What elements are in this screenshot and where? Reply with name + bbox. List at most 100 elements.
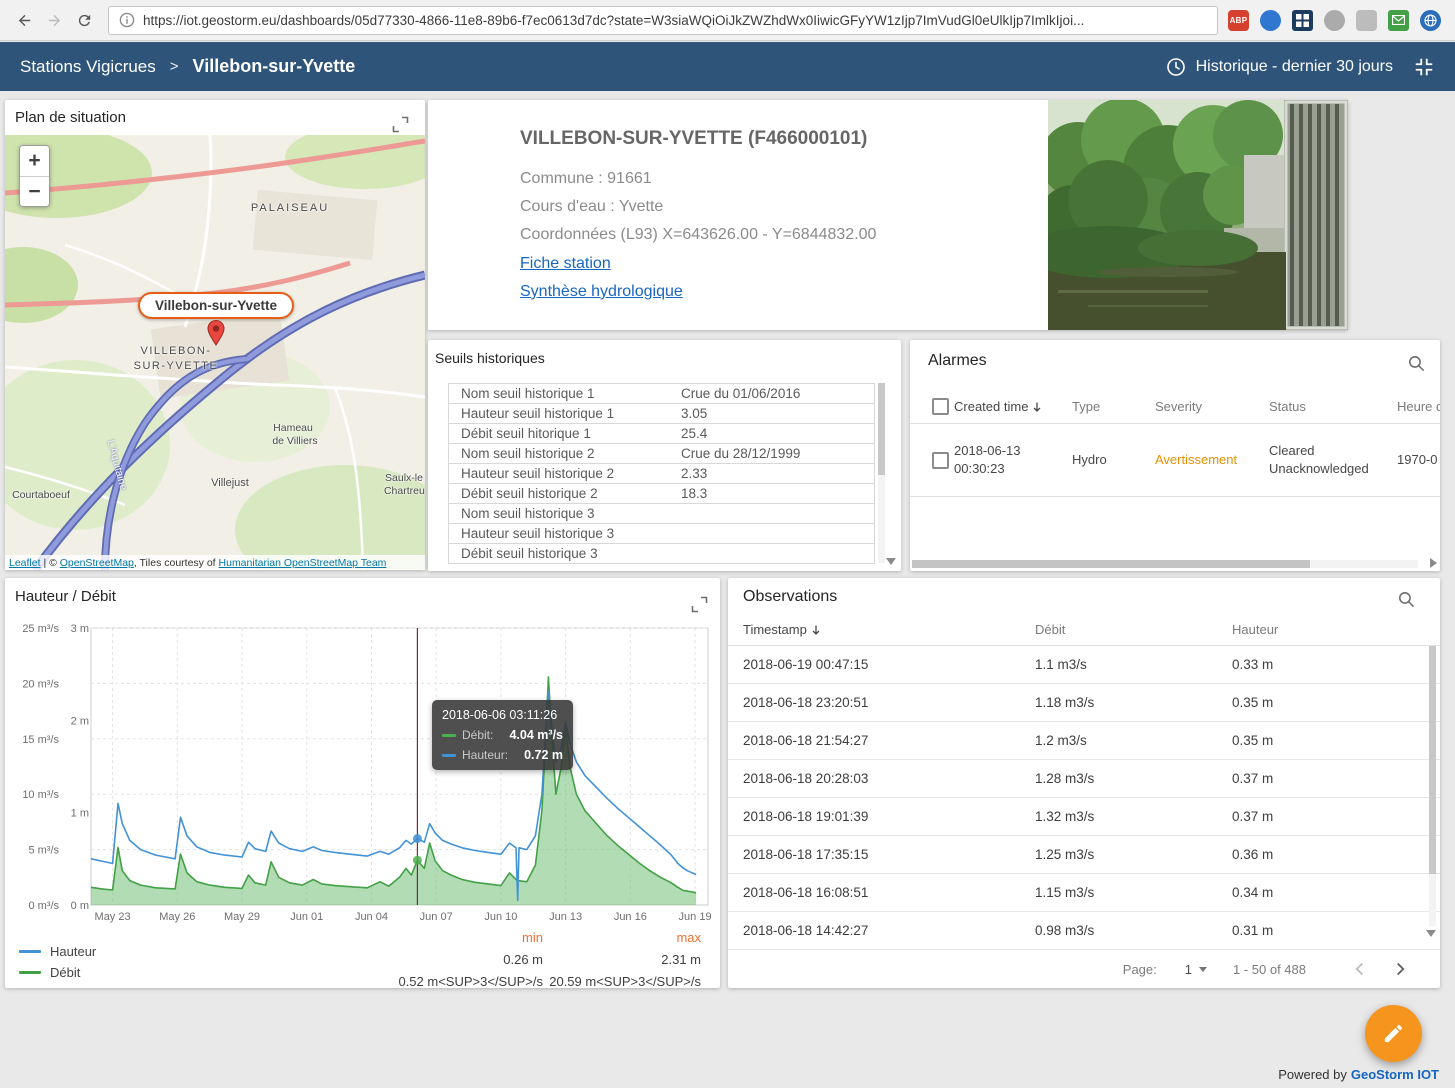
alarms-table-header: Created time Type Severity Status Heure … xyxy=(910,390,1440,424)
observation-debit: 1.28 m3/s xyxy=(1035,771,1095,786)
seuil-row[interactable]: Hauteur seuil historique 3 xyxy=(449,524,874,544)
column-type[interactable]: Type xyxy=(1072,399,1155,414)
seuil-label: Débit seuil historique 2 xyxy=(461,486,598,501)
alarms-scroll-right-icon[interactable] xyxy=(1430,558,1437,568)
column-debit[interactable]: Débit xyxy=(1035,622,1232,637)
extension-icon-gray-square[interactable] xyxy=(1356,9,1377,31)
seuil-row[interactable]: Hauteur seuil historique 2 2.33 xyxy=(449,464,874,484)
page-select[interactable]: 1 xyxy=(1185,962,1207,977)
observation-row[interactable]: 2018-06-18 17:35:15 1.25 m3/s 0.36 m xyxy=(728,836,1440,874)
observation-row[interactable]: 2018-06-18 23:20:51 1.18 m3/s 0.35 m xyxy=(728,684,1440,722)
seuils-scroll-down-icon[interactable] xyxy=(886,558,896,565)
map[interactable]: PALAISEAU VILLEBON- SUR-YVETTE Hameau de… xyxy=(5,135,425,570)
hauteur-debit-card: Hauteur / Débit 0 m³/s 5 m³/s 10 m³/s 15 m³… xyxy=(5,578,720,989)
map-zoom-control: + − xyxy=(19,145,50,207)
observation-row[interactable]: 2018-06-18 20:28:03 1.28 m3/s 0.37 m xyxy=(728,760,1440,798)
observation-row[interactable]: 2018-06-18 14:42:27 0.98 m3/s 0.31 m xyxy=(728,912,1440,950)
seuil-row[interactable]: Nom seuil historique 2 Crue du 28/12/199… xyxy=(449,444,874,464)
observation-hauteur: 0.31 m xyxy=(1232,923,1274,938)
zoom-out-button[interactable]: − xyxy=(20,176,49,206)
observation-debit: 1.32 m3/s xyxy=(1035,809,1095,824)
map-marker-pin[interactable] xyxy=(203,318,229,346)
leaflet-link[interactable]: Leaflet xyxy=(9,557,41,569)
browser-back-button[interactable] xyxy=(10,6,38,34)
observation-row[interactable]: 2018-06-18 16:08:51 1.15 m3/s 0.34 m xyxy=(728,874,1440,912)
adblock-extension-icon[interactable]: ABP xyxy=(1228,9,1249,31)
edit-dashboard-fab[interactable] xyxy=(1365,1005,1422,1062)
chart-card-title: Hauteur / Débit xyxy=(15,588,116,605)
page-info-icon[interactable] xyxy=(119,12,135,28)
browser-url-bar[interactable]: https://iot.geostorm.eu/dashboards/05d77… xyxy=(108,5,1218,35)
chart-minmax-stats: min max 0.26 m 2.31 m 0.52 m<SUP>3</SUP>… xyxy=(383,930,701,989)
alarm-row-checkbox[interactable] xyxy=(932,451,949,469)
column-heure[interactable]: Heure d xyxy=(1397,399,1440,414)
browser-reload-button[interactable] xyxy=(70,6,98,34)
seuil-row[interactable]: Hauteur seuil historique 1 3.05 xyxy=(449,404,874,424)
observation-row[interactable]: 2018-06-18 21:54:27 1.2 m3/s 0.35 m xyxy=(728,722,1440,760)
alarms-search-icon[interactable] xyxy=(1407,354,1426,373)
observations-scroll-down-icon[interactable] xyxy=(1426,930,1436,937)
extension-icon-gray-circle[interactable] xyxy=(1324,9,1345,31)
map-label-villebon-line1: VILLEBON- xyxy=(140,345,212,357)
openstreetmap-link[interactable]: OpenStreetMap xyxy=(60,557,134,569)
history-range-button[interactable]: Historique - dernier 30 jours xyxy=(1166,57,1393,77)
seuils-scrollbar[interactable] xyxy=(878,383,885,563)
attribution-separator: | © xyxy=(40,556,60,569)
seuil-value: Crue du 28/12/1999 xyxy=(681,446,801,461)
observation-timestamp: 2018-06-18 17:35:15 xyxy=(743,847,869,862)
column-hauteur[interactable]: Hauteur xyxy=(1232,622,1440,637)
alarms-horizontal-scrollbar[interactable] xyxy=(912,560,1418,568)
station-marker-label[interactable]: Villebon-sur-Yvette xyxy=(138,292,294,319)
expand-chart-icon[interactable] xyxy=(691,596,708,613)
tooltip-debit-value: 4.04 m³/s xyxy=(509,728,563,742)
observation-timestamp: 2018-06-18 19:01:39 xyxy=(743,809,869,824)
compress-icon[interactable] xyxy=(1413,56,1435,78)
extension-grid-icon[interactable] xyxy=(1292,9,1313,31)
alarm-status: Cleared Unacknowledged xyxy=(1269,443,1369,476)
observation-debit: 1.2 m3/s xyxy=(1035,733,1087,748)
observations-scrollbar[interactable] xyxy=(1429,646,1436,926)
sort-desc-icon xyxy=(1033,402,1041,412)
seuil-row[interactable]: Débit seuil hitorique 1 25.4 xyxy=(449,424,874,444)
extension-icon-blue-circle[interactable] xyxy=(1260,9,1281,31)
seuil-row[interactable]: Nom seuil historique 1 Crue du 01/06/201… xyxy=(449,384,874,404)
column-created-time[interactable]: Created time xyxy=(954,399,1072,414)
extension-icon-globe[interactable] xyxy=(1420,9,1441,31)
zoom-in-button[interactable]: + xyxy=(20,146,49,176)
map-label-chartreux: Chartreux xyxy=(383,485,425,497)
hot-osm-link[interactable]: Humanitarian OpenStreetMap Team xyxy=(219,557,387,569)
max-header: max xyxy=(676,930,701,945)
expand-map-icon[interactable] xyxy=(392,116,409,133)
observations-search-icon[interactable] xyxy=(1397,590,1416,609)
browser-forward-button[interactable] xyxy=(40,6,68,34)
fiche-station-link[interactable]: Fiche station xyxy=(520,255,611,273)
observation-timestamp: 2018-06-18 14:42:27 xyxy=(743,923,869,938)
seuil-row[interactable]: Débit seuil historique 2 18.3 xyxy=(449,484,874,504)
hauteur-debit-chart[interactable]: 0 m³/s 5 m³/s 10 m³/s 15 m³/s 20 m³/s 25 m³/s… xyxy=(13,616,713,934)
column-status[interactable]: Status xyxy=(1269,399,1397,414)
observation-row[interactable]: 2018-06-18 19:01:39 1.32 m3/s 0.37 m xyxy=(728,798,1440,836)
seuil-row[interactable]: Nom seuil historique 3 xyxy=(449,504,874,524)
seuils-historiques-card: Seuils historiques Nom seuil historique … xyxy=(428,340,901,571)
synthese-hydrologique-link[interactable]: Synthèse hydrologique xyxy=(520,283,683,301)
seuil-label: Débit seuil historique 3 xyxy=(461,546,598,561)
seuil-row[interactable]: Débit seuil historique 3 xyxy=(449,544,874,564)
breadcrumb-stations-vigicrues[interactable]: Stations Vigicrues xyxy=(20,57,156,77)
geostorm-brand-link[interactable]: GeoStorm IOT xyxy=(1351,1067,1439,1082)
svg-text:25 m³/s: 25 m³/s xyxy=(22,623,59,635)
select-all-checkbox[interactable] xyxy=(932,398,949,415)
mail-extension-icon[interactable] xyxy=(1388,9,1409,31)
alarm-severity: Avertissement xyxy=(1155,452,1238,468)
observation-timestamp: 2018-06-19 00:47:15 xyxy=(743,657,869,672)
column-severity[interactable]: Severity xyxy=(1155,399,1269,414)
previous-page-button[interactable] xyxy=(1348,957,1372,981)
column-timestamp[interactable]: Timestamp xyxy=(728,622,1035,637)
observations-table-header: Timestamp Débit Hauteur xyxy=(728,614,1440,646)
observation-row[interactable]: 2018-06-19 00:47:15 1.1 m3/s 0.33 m xyxy=(728,646,1440,684)
tooltip-debit-row: Débit: 4.04 m³/s xyxy=(442,728,563,742)
breadcrumb-current-station: Villebon-sur-Yvette xyxy=(192,56,356,76)
observation-hauteur: 0.35 m xyxy=(1232,695,1274,710)
svg-text:May 26: May 26 xyxy=(159,911,195,923)
alarm-row[interactable]: 2018-06-13 00:30:23 Hydro Avertissement … xyxy=(910,424,1440,497)
next-page-button[interactable] xyxy=(1388,957,1412,981)
